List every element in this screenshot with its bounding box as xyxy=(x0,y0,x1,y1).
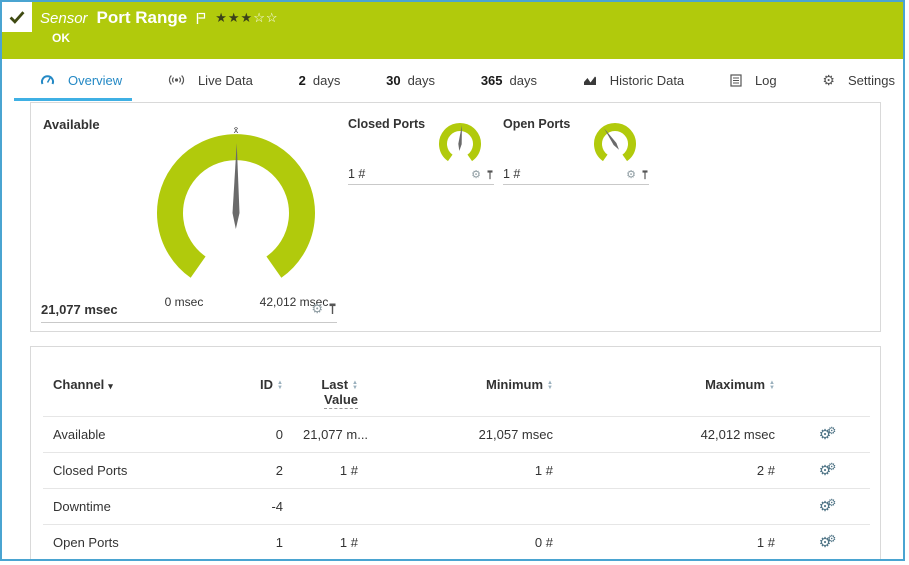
channels-panel: Channel ▾ ID ▲ ▼ Last ▲ ▼ Value Minimum ▲ ▼ xyxy=(30,346,881,559)
channel-settings-icon[interactable]: ⚙⚙ xyxy=(819,498,837,514)
header-actions xyxy=(785,377,870,417)
closed-ports-gauge xyxy=(439,122,481,162)
closed-ports-value: 1 # xyxy=(348,167,366,181)
cell-minimum: 1 # xyxy=(368,452,563,489)
tab-label: Overview xyxy=(68,72,123,88)
area-chart-icon xyxy=(583,76,596,85)
tab-label: days xyxy=(407,72,436,88)
broadcast-icon xyxy=(168,75,184,85)
channels-table: Channel ▾ ID ▲ ▼ Last ▲ ▼ Value Minimum ▲ ▼ xyxy=(43,377,870,559)
cell-minimum: 21,057 msec xyxy=(368,416,563,453)
cell-id: 1 xyxy=(223,524,293,559)
tab-label: Live Data xyxy=(197,72,253,88)
main-gauge: x̄ xyxy=(157,125,315,278)
closed-ports-value-row: 1 # ⚙ xyxy=(348,167,494,185)
stars-filled[interactable]: ★★★ xyxy=(215,10,253,25)
gear-icon[interactable]: ⚙ xyxy=(471,168,481,181)
gear-icon[interactable]: ⚙ xyxy=(626,168,636,181)
sort-icon: ▲ ▼ xyxy=(277,379,283,391)
tab-30-days[interactable]: 30 days xyxy=(382,59,439,101)
sort-icon: ▲ ▼ xyxy=(769,379,775,391)
header-id[interactable]: ID ▲ ▼ xyxy=(223,377,293,417)
gauge-icon xyxy=(41,75,54,85)
status-badge: OK xyxy=(52,31,70,45)
cell-id: 0 xyxy=(223,416,293,453)
cell-last-value xyxy=(293,488,368,525)
tab-log[interactable]: Log xyxy=(726,59,781,101)
table-row[interactable]: Open Ports 1 1 # 0 # 1 # ⚙⚙ xyxy=(43,524,870,559)
sensor-title-row: Sensor Port Range ★★★☆☆ xyxy=(40,8,279,28)
main-gauge-label: Available xyxy=(43,117,100,132)
priority-stars[interactable]: ★★★☆☆ xyxy=(215,10,278,26)
pin-icon[interactable] xyxy=(641,169,649,180)
log-icon xyxy=(730,73,742,87)
app-window: Sensor Port Range ★★★☆☆ OK Overview Live… xyxy=(0,0,905,561)
sensor-header: Sensor Port Range ★★★☆☆ OK xyxy=(2,2,903,59)
sort-icon: ▲ ▼ xyxy=(547,379,553,391)
gear-icon[interactable]: ⚙ xyxy=(311,301,323,317)
pin-icon[interactable] xyxy=(328,303,337,315)
stars-empty[interactable]: ☆☆ xyxy=(253,10,278,25)
cell-last-value: 1 # xyxy=(293,524,368,559)
status-ok-icon xyxy=(2,2,32,32)
header-last-value[interactable]: Last ▲ ▼ Value xyxy=(293,377,368,417)
main-gauge-value-row: 21,077 msec ⚙ xyxy=(41,301,337,323)
tab-label: Settings xyxy=(847,72,895,88)
channel-settings-icon[interactable]: ⚙⚙ xyxy=(819,426,837,442)
closed-ports-gauge-block: Closed Ports 1 # ⚙ xyxy=(348,117,494,185)
page-title: Port Range xyxy=(96,8,188,27)
tab-settings[interactable]: ⚙ Settings xyxy=(818,59,899,101)
cell-maximum: 1 # xyxy=(563,524,785,559)
open-ports-value: 1 # xyxy=(503,167,521,181)
open-ports-value-row: 1 # ⚙ xyxy=(503,167,649,185)
check-icon xyxy=(9,10,25,24)
header-maximum[interactable]: Maximum ▲ ▼ xyxy=(563,377,785,417)
main-gauge-value: 21,077 msec xyxy=(41,302,118,317)
cell-maximum: 42,012 msec xyxy=(563,416,785,453)
tab-label: Log xyxy=(754,72,777,88)
table-header-row: Channel ▾ ID ▲ ▼ Last ▲ ▼ Value Minimum ▲ ▼ xyxy=(43,377,870,417)
cell-channel: Downtime xyxy=(43,488,223,525)
cell-maximum: 2 # xyxy=(563,452,785,489)
cell-last-value: 1 # xyxy=(293,452,368,489)
open-ports-gauge-block: Open Ports 1 # ⚙ xyxy=(503,117,649,185)
cell-maximum xyxy=(563,488,785,525)
cell-id: -4 xyxy=(223,488,293,525)
flag-icon[interactable] xyxy=(196,12,206,25)
tab-label: Historic Data xyxy=(609,72,685,88)
pin-icon[interactable] xyxy=(486,169,494,180)
tab-overview[interactable]: Overview xyxy=(13,59,133,101)
gear-icon: ⚙ xyxy=(822,71,835,88)
table-row[interactable]: Closed Ports 2 1 # 1 # 2 # ⚙⚙ xyxy=(43,452,870,489)
cell-last-value: 21,077 m... xyxy=(293,416,368,453)
sensor-kind-label: Sensor xyxy=(40,9,88,27)
avg-marker-icon: x̄ xyxy=(234,125,239,135)
cell-channel: Open Ports xyxy=(43,524,223,559)
tab-bar: Overview Live Data 2 days 30 days 365 da… xyxy=(2,59,903,101)
cell-minimum xyxy=(368,488,563,525)
header-minimum[interactable]: Minimum ▲ ▼ xyxy=(368,377,563,417)
table-row[interactable]: Downtime -4 ⚙⚙ xyxy=(43,488,870,525)
table-row[interactable]: Available 0 21,077 m... 21,057 msec 42,0… xyxy=(43,416,870,453)
cell-id: 2 xyxy=(223,452,293,489)
tab-historic-data[interactable]: Historic Data xyxy=(579,59,688,101)
cell-channel: Closed Ports xyxy=(43,452,223,489)
channel-settings-icon[interactable]: ⚙⚙ xyxy=(819,534,837,550)
channel-settings-icon[interactable]: ⚙⚙ xyxy=(819,462,837,478)
tab-365-days[interactable]: 365 days xyxy=(477,59,541,101)
cell-minimum: 0 # xyxy=(368,524,563,559)
open-ports-gauge xyxy=(594,122,636,162)
tab-label: days xyxy=(509,72,537,88)
sort-icon: ▲ ▼ xyxy=(352,379,358,391)
tab-label: days xyxy=(312,72,341,88)
tab-2-days[interactable]: 2 days xyxy=(295,59,345,101)
caret-down-icon: ▾ xyxy=(108,381,113,391)
tab-live-data[interactable]: Live Data xyxy=(164,59,257,101)
cell-channel: Available xyxy=(43,416,223,453)
header-channel[interactable]: Channel ▾ xyxy=(43,377,223,417)
gauges-panel: Available x̄ 0 msec 42,012 msec 21,077 m… xyxy=(30,102,881,332)
